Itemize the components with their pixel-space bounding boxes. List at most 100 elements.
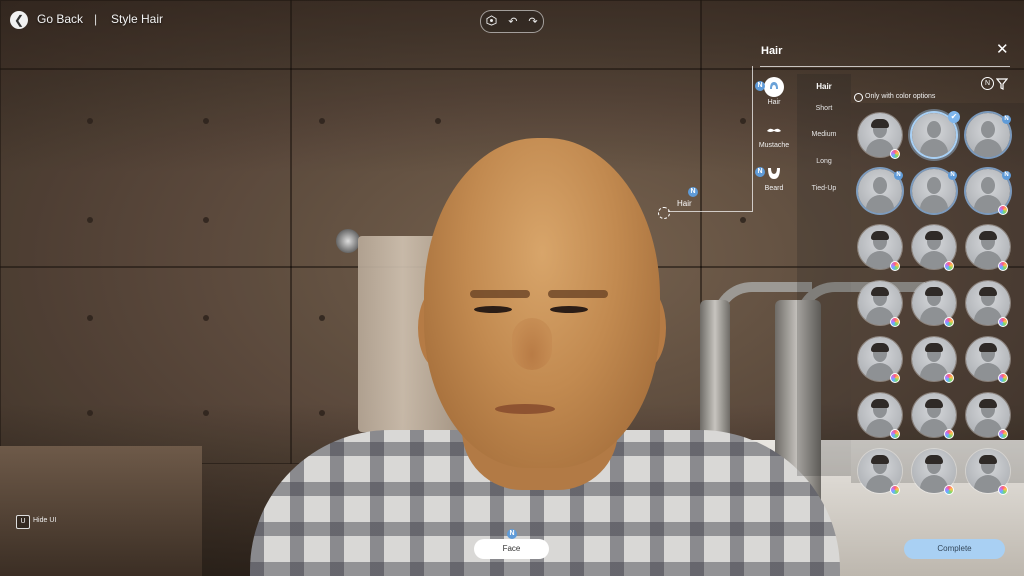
hair-preview	[871, 343, 889, 352]
silhouette-head	[981, 177, 995, 194]
hair-preview	[979, 455, 997, 464]
color-options-icon	[890, 485, 900, 495]
color-options-radio[interactable]	[854, 93, 863, 102]
chevron-left-icon: ❮	[13, 13, 25, 27]
go-back-label[interactable]: Go Back	[37, 12, 83, 26]
undo-icon[interactable]: ↶	[508, 15, 517, 28]
hair-preview	[871, 287, 889, 296]
silhouette-body	[920, 195, 948, 213]
wall-bolt	[740, 118, 746, 124]
wall-bolt	[319, 410, 325, 416]
reset-icon[interactable]	[486, 14, 497, 29]
hide-ui-key[interactable]: U	[16, 515, 30, 529]
subcategory-short[interactable]: Short	[797, 105, 851, 112]
hair-preview	[979, 343, 997, 352]
category-label: Beard	[764, 185, 784, 192]
new-badge: N	[1002, 171, 1011, 180]
silhouette-head	[873, 177, 887, 194]
hair-preview	[871, 231, 889, 240]
face-button[interactable]: Face	[474, 539, 549, 559]
silhouette-body	[866, 195, 894, 213]
beard-icon	[764, 163, 784, 183]
new-badge: N	[755, 81, 765, 91]
new-badge: N	[507, 529, 517, 539]
color-options-icon	[944, 429, 954, 439]
character-nose	[512, 318, 552, 370]
color-options-icon	[944, 317, 954, 327]
wall-bolt	[203, 217, 209, 223]
wall-bolt	[740, 217, 746, 223]
color-options-label: Only with color options	[865, 93, 936, 100]
color-options-icon	[944, 373, 954, 383]
color-options-icon	[890, 261, 900, 271]
wall-tile	[0, 68, 292, 268]
wall-bolt	[319, 315, 325, 321]
hair-point-label: Hair	[677, 199, 692, 208]
close-icon[interactable]: ✕	[996, 42, 1009, 58]
character-brow	[548, 290, 608, 298]
wall-tile	[0, 0, 292, 70]
hair-preview	[979, 399, 997, 408]
wall-bolt	[87, 217, 93, 223]
hair-preview	[925, 343, 943, 352]
subcategory-medium[interactable]: Medium	[797, 131, 851, 138]
character-eye	[550, 306, 588, 313]
hair-focus-point[interactable]	[658, 207, 670, 219]
color-options-icon	[890, 373, 900, 383]
color-options-icon	[890, 429, 900, 439]
go-back-button[interactable]: ❮	[10, 11, 28, 29]
hair-preview	[871, 119, 889, 128]
hair-preview	[925, 455, 943, 464]
camera-controls: ↶ ↷	[480, 10, 544, 33]
new-badge: N	[688, 187, 698, 197]
hide-ui-label: Hide UI	[33, 517, 57, 524]
hair-preview	[871, 455, 889, 464]
connector-line	[752, 66, 753, 212]
wall-bolt	[87, 410, 93, 416]
category-label: Hair	[767, 99, 781, 106]
color-options-icon	[998, 261, 1008, 271]
color-options-icon	[944, 485, 954, 495]
panel-title: Hair	[761, 45, 783, 57]
color-options-icon	[890, 317, 900, 327]
silhouette-head	[927, 177, 941, 194]
wall-bolt	[203, 118, 209, 124]
new-filter-toggle[interactable]: N	[981, 77, 994, 90]
color-options-icon	[998, 485, 1008, 495]
color-options-icon	[944, 261, 954, 271]
screen-title: Style Hair	[111, 12, 164, 26]
character-head	[424, 138, 660, 468]
silhouette-head	[981, 121, 995, 138]
silhouette-head	[927, 121, 941, 138]
panel-divider	[760, 66, 1010, 67]
title-separator: |	[94, 12, 98, 26]
color-options-icon	[998, 373, 1008, 383]
filter-icon[interactable]	[995, 77, 1009, 95]
subcategory-long[interactable]: Long	[797, 158, 851, 165]
color-options-icon	[890, 149, 900, 159]
mustache-icon	[764, 120, 784, 140]
complete-button[interactable]: Complete	[904, 539, 1005, 559]
counter-top	[0, 446, 202, 576]
new-badge: N	[755, 167, 765, 177]
wall-bolt	[87, 315, 93, 321]
wall-tile	[700, 0, 1024, 70]
character-mouth	[495, 404, 555, 414]
redo-icon[interactable]: ↷	[528, 15, 537, 28]
hair-preview	[871, 399, 889, 408]
hair-preview	[925, 287, 943, 296]
color-options-icon	[998, 205, 1008, 215]
wall-bolt	[203, 410, 209, 416]
category-mustache[interactable]: Mustache	[756, 120, 792, 149]
subcategory-hair[interactable]: Hair	[797, 82, 851, 91]
wall-bolt	[319, 118, 325, 124]
hair-icon	[764, 77, 784, 97]
hair-preview	[979, 287, 997, 296]
subcategory-tied-up[interactable]: Tied-Up	[797, 185, 851, 192]
silhouette-body	[974, 139, 1002, 157]
wall-bolt	[203, 315, 209, 321]
character-eye	[474, 306, 512, 313]
hair-preview	[925, 231, 943, 240]
new-badge: N	[1002, 115, 1011, 124]
selected-check-icon: ✔	[948, 111, 960, 123]
